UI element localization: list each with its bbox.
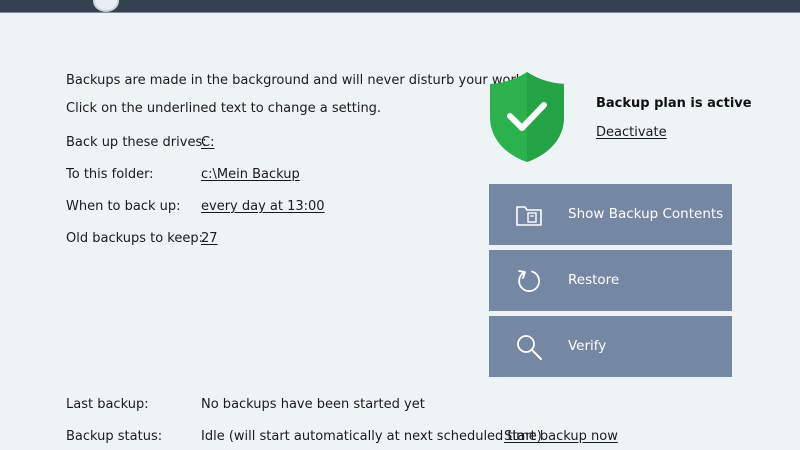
deactivate-link[interactable]: Deactivate xyxy=(596,125,667,141)
restore-button[interactable]: Restore xyxy=(489,250,732,311)
last-backup-value: No backups have been started yet xyxy=(201,397,425,412)
last-backup-label: Last backup: xyxy=(66,397,149,412)
app-logo-icon xyxy=(93,0,119,12)
drives-label: Back up these drives: xyxy=(66,135,207,150)
hint-text: Click on the underlined text to change a… xyxy=(66,101,382,116)
show-backup-contents-label: Show Backup Contents xyxy=(568,206,724,222)
keep-label: Old backups to keep: xyxy=(66,231,203,246)
title-bar xyxy=(0,0,800,13)
search-icon xyxy=(517,335,542,360)
restore-label: Restore xyxy=(568,272,620,288)
keep-link[interactable]: 27 xyxy=(201,231,218,247)
schedule-link[interactable]: every day at 13:00 xyxy=(201,199,325,215)
folder-icon xyxy=(516,206,542,226)
start-backup-now-link[interactable]: Start backup now xyxy=(504,429,618,445)
show-backup-contents-button[interactable]: Show Backup Contents xyxy=(489,184,732,245)
drives-link[interactable]: C: xyxy=(201,135,214,151)
folder-link[interactable]: c:\Mein Backup xyxy=(201,167,300,183)
shield-check-icon xyxy=(490,72,564,162)
restore-icon xyxy=(518,270,541,292)
intro-text: Backups are made in the background and w… xyxy=(66,73,528,88)
plan-status: Backup plan is active xyxy=(596,96,752,111)
verify-label: Verify xyxy=(568,338,607,354)
backup-status-value: Idle (will start automatically at next s… xyxy=(201,429,542,444)
verify-button[interactable]: Verify xyxy=(489,316,732,377)
schedule-label: When to back up: xyxy=(66,199,181,214)
folder-label: To this folder: xyxy=(66,167,154,182)
backup-status-label: Backup status: xyxy=(66,429,163,444)
